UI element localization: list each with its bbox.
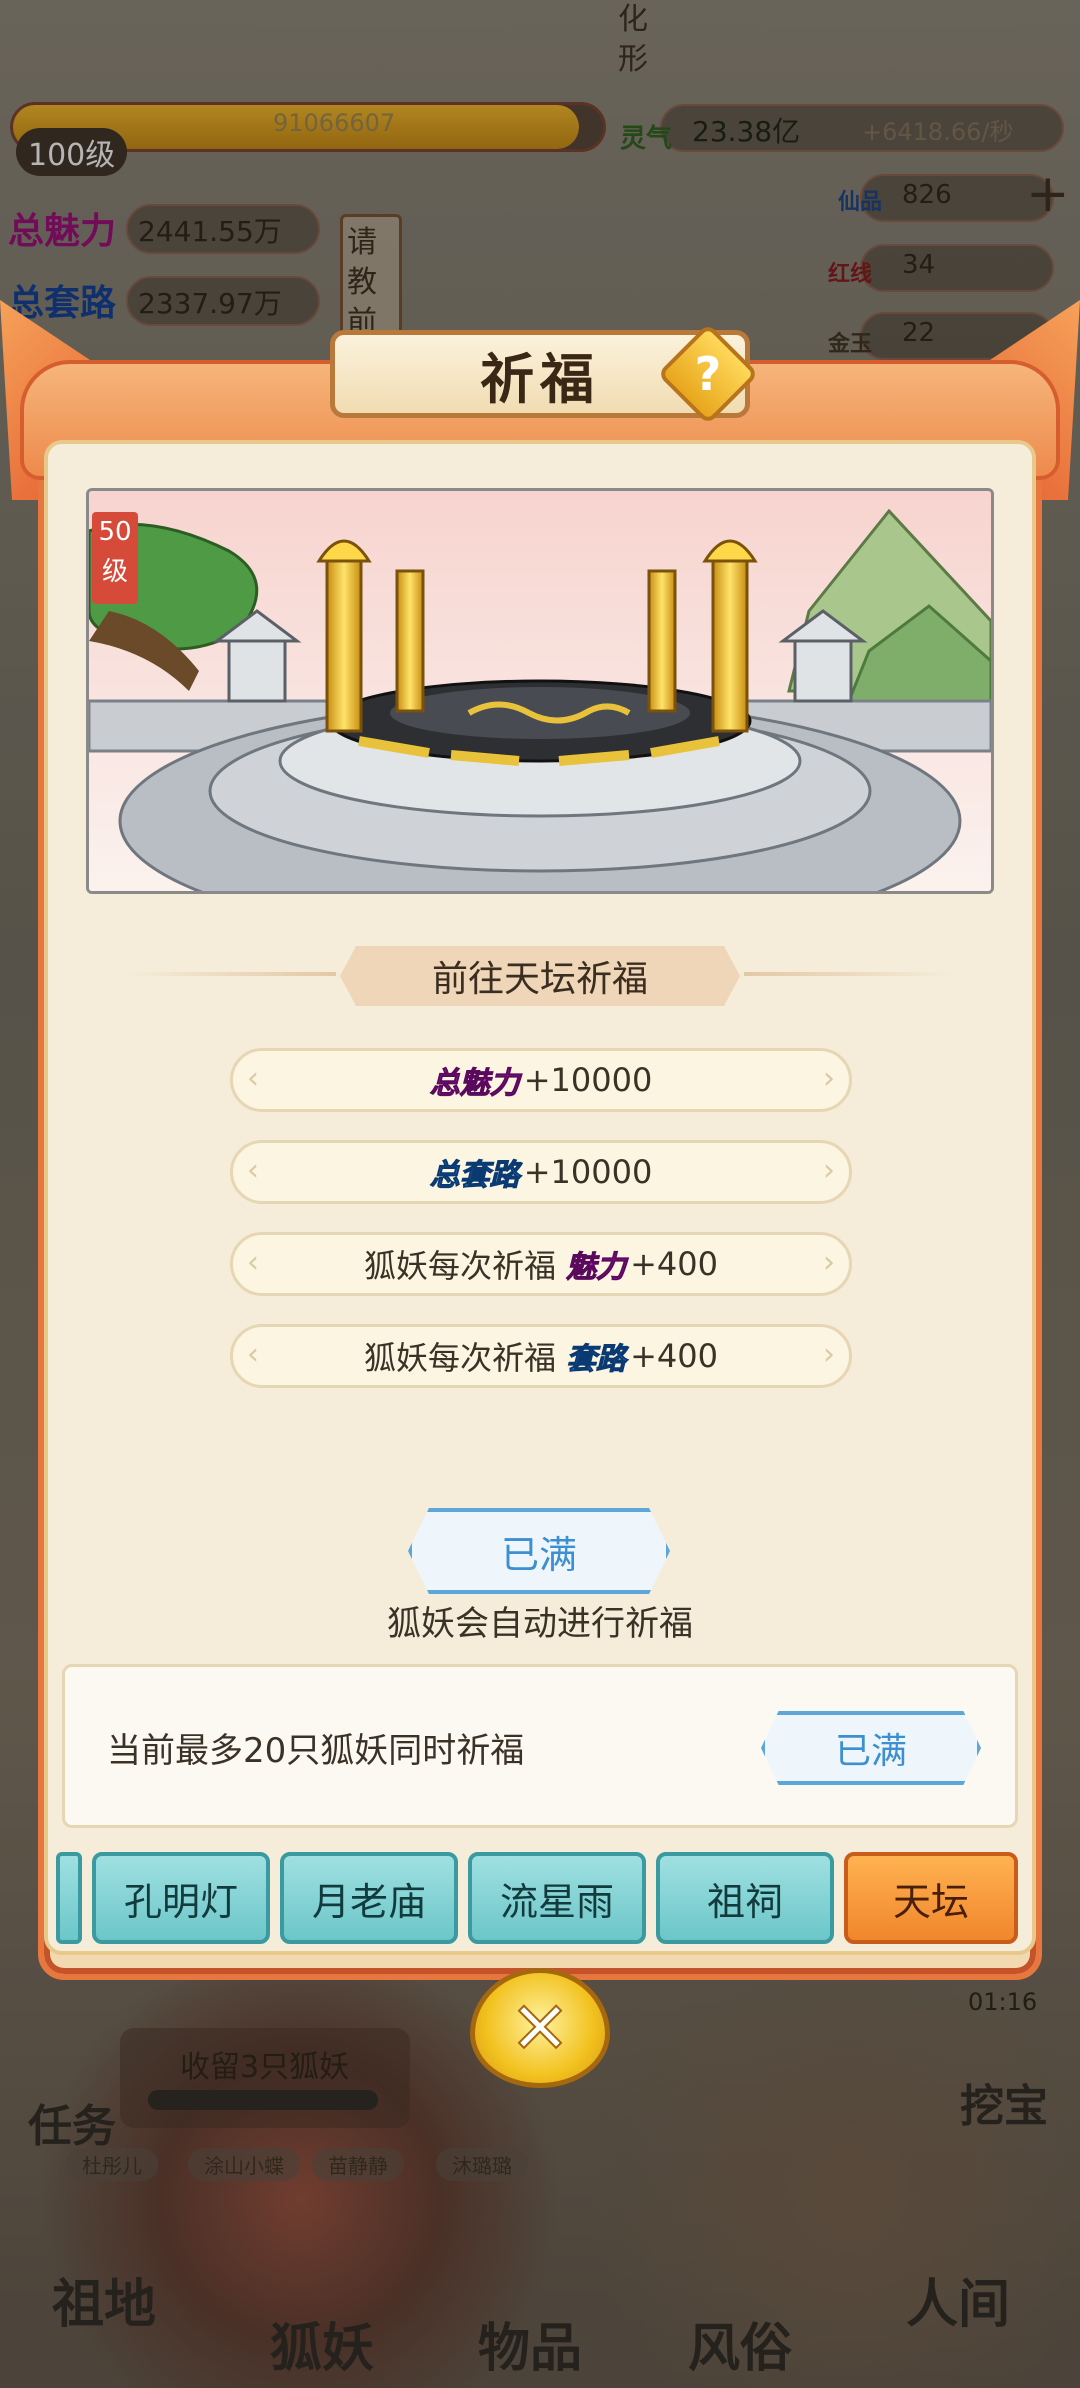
auto-pray-note: 狐妖会自动进行祈福 (387, 1604, 693, 1644)
row-left-ornament: ‹ (247, 1337, 259, 1372)
heading-divider-left (126, 972, 336, 976)
tab-scroll-edge (56, 1852, 82, 1944)
bonus-prefix: 狐妖每次祈福 (364, 1339, 557, 1377)
row-right-ornament: › (823, 1061, 835, 1096)
bonus-row: ‹ 总套路 +10000 › (230, 1140, 852, 1204)
bonus-tag: 总套路 (429, 1158, 520, 1194)
row-right-ornament: › (823, 1153, 835, 1188)
row-right-ornament: › (823, 1245, 835, 1280)
pray-full-button[interactable]: 已满 (408, 1508, 670, 1594)
bonus-tag: 套路 (566, 1342, 627, 1378)
altar-illustration (89, 491, 991, 891)
bonus-row: ‹ 狐妖每次祈福 套路 +400 › (230, 1324, 852, 1388)
level-number: 50 (98, 517, 132, 547)
level-requirement-badge: 50 级 (92, 512, 138, 604)
level-unit: 级 (101, 557, 128, 587)
tab-ancestral-hall[interactable]: 祖祠 (656, 1852, 834, 1944)
section-heading-text: 前往天坛祈福 (431, 959, 648, 1000)
bonus-tag: 魅力 (566, 1250, 627, 1286)
help-icon: ? (694, 347, 722, 401)
tab-altar[interactable]: 天坛 (844, 1852, 1018, 1944)
bonus-row: ‹ 总魅力 +10000 › (230, 1048, 852, 1112)
row-right-ornament: › (823, 1337, 835, 1372)
heading-divider-right (744, 972, 954, 976)
row-left-ornament: ‹ (247, 1245, 259, 1280)
row-left-ornament: ‹ (247, 1153, 259, 1188)
capacity-text: 当前最多20只狐妖同时祈福 (107, 1731, 525, 1771)
capacity-full-button[interactable]: 已满 (761, 1711, 981, 1785)
bonus-prefix: 狐妖每次祈福 (364, 1247, 557, 1285)
tab-meteor-shower[interactable]: 流星雨 (468, 1852, 646, 1944)
close-button[interactable]: ✕ (470, 1968, 610, 2088)
dialog-title: 祈福 (480, 346, 600, 411)
bonus-value: +10000 (523, 1061, 653, 1099)
row-left-ornament: ‹ (247, 1061, 259, 1096)
close-icon: ✕ (509, 1986, 571, 2070)
tab-matchmaker-temple[interactable]: 月老庙 (280, 1852, 458, 1944)
section-heading: 前往天坛祈福 (340, 946, 740, 1006)
bonus-value: +400 (630, 1245, 718, 1283)
bonus-tag: 总魅力 (429, 1066, 520, 1102)
altar-scene-image (86, 488, 994, 894)
tab-kongming-lantern[interactable]: 孔明灯 (92, 1852, 270, 1944)
bonus-value: +400 (630, 1337, 718, 1375)
capacity-box: 当前最多20只狐妖同时祈福 已满 (62, 1664, 1018, 1828)
bonus-value: +10000 (523, 1153, 653, 1191)
bonus-row: ‹ 狐妖每次祈福 魅力 +400 › (230, 1232, 852, 1296)
